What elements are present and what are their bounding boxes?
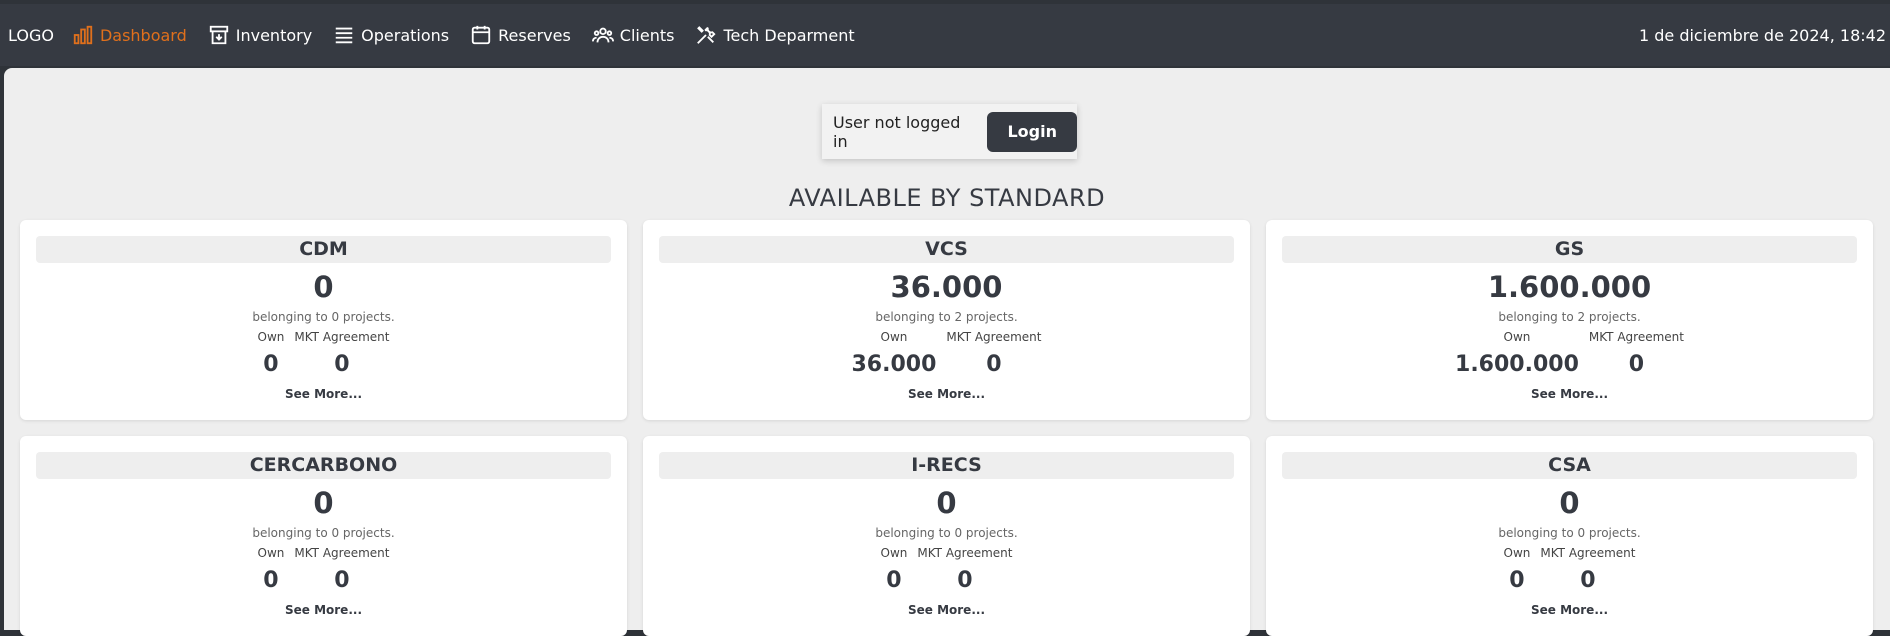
card-projects: belonging to 0 projects. — [1498, 526, 1641, 540]
card-total: 0 — [313, 270, 334, 304]
archive-icon — [209, 25, 228, 45]
card-split: Own 1.600.000 MKT Agreement 0 — [1266, 330, 1873, 377]
see-more-link[interactable]: See More... — [643, 387, 1250, 401]
section-title: AVAILABLE BY STANDARD — [788, 184, 1106, 212]
see-more-link[interactable]: See More... — [20, 603, 627, 617]
see-more-link[interactable]: See More... — [20, 387, 627, 401]
own-label: Own — [1503, 546, 1531, 560]
card-title: CERCARBONO — [36, 452, 611, 479]
card-title: I-RECS — [659, 452, 1234, 479]
list-icon — [335, 27, 353, 44]
top-navbar: LOGO Dashboard Inventory Operations Rese… — [0, 4, 1890, 66]
mkt-column: MKT Agreement 0 — [917, 546, 1012, 593]
nav-tech-department-label: Tech Deparment — [723, 25, 855, 45]
card-projects: belonging to 0 projects. — [875, 526, 1018, 540]
card-total: 0 — [1559, 486, 1580, 520]
mkt-column: MKT Agreement 0 — [294, 546, 389, 593]
own-value: 0 — [886, 568, 902, 593]
card-total: 0 — [313, 486, 334, 520]
nav-reserves[interactable]: Reserves — [470, 24, 571, 46]
nav-operations[interactable]: Operations — [333, 24, 449, 46]
see-more-link[interactable]: See More... — [1266, 387, 1873, 401]
calendar-icon — [471, 25, 491, 45]
card-title: CSA — [1282, 452, 1857, 479]
own-value: 0 — [1509, 568, 1525, 593]
card-split: Own 0 MKT Agreement 0 — [20, 330, 627, 377]
see-more-link[interactable]: See More... — [643, 603, 1250, 617]
own-label: Own — [880, 546, 908, 560]
standard-card-cercarbono: CERCARBONO 0 belonging to 0 projects. Ow… — [20, 436, 627, 636]
mkt-column: MKT Agreement 0 — [946, 330, 1041, 377]
nav-dashboard[interactable]: Dashboard — [72, 24, 187, 46]
dashboard-main: User not logged in Login AVAILABLE BY ST… — [4, 68, 1890, 636]
nav-operations-label: Operations — [361, 25, 450, 45]
mkt-column: MKT Agreement 0 — [1540, 546, 1635, 593]
own-value: 36.000 — [851, 352, 937, 377]
own-label: Own — [880, 330, 908, 344]
nav-reserves-label: Reserves — [498, 25, 571, 45]
mkt-label: MKT Agreement — [1540, 546, 1636, 560]
mkt-column: MKT Agreement 0 — [1589, 330, 1684, 377]
own-column: Own 0 — [1504, 546, 1531, 593]
card-total: 36.000 — [890, 270, 1003, 304]
own-column: Own 0 — [258, 546, 285, 593]
standard-card-gs: GS 1.600.000 belonging to 2 projects. Ow… — [1266, 220, 1873, 420]
mkt-column: MKT Agreement 0 — [294, 330, 389, 377]
nav-clients-label: Clients — [619, 25, 675, 45]
card-split: Own 0 MKT Agreement 0 — [1266, 546, 1873, 593]
mkt-value: 0 — [957, 568, 973, 593]
logo[interactable]: LOGO — [8, 26, 54, 45]
mkt-value: 0 — [1580, 568, 1596, 593]
nav-inventory-label: Inventory — [235, 25, 313, 45]
nav-inventory[interactable]: Inventory — [208, 24, 312, 46]
own-column: Own 0 — [881, 546, 908, 593]
mkt-label: MKT Agreement — [1588, 330, 1684, 344]
own-value: 0 — [263, 568, 279, 593]
tools-icon — [697, 26, 716, 44]
own-column: Own 0 — [258, 330, 285, 377]
own-label: Own — [257, 546, 285, 560]
users-icon — [591, 27, 614, 43]
card-title: VCS — [659, 236, 1234, 263]
own-label: Own — [1503, 330, 1531, 344]
card-projects: belonging to 0 projects. — [252, 526, 395, 540]
login-status: User not logged in — [833, 112, 961, 151]
datetime: 1 de diciembre de 2024, 18:42 — [1638, 25, 1886, 45]
see-more-link[interactable]: See More... — [1266, 603, 1873, 617]
card-split: Own 0 MKT Agreement 0 — [20, 546, 627, 593]
standard-card-vcs: VCS 36.000 belonging to 2 projects. Own … — [643, 220, 1250, 420]
card-total: 0 — [936, 486, 957, 520]
login-panel: User not logged in Login — [822, 104, 1077, 159]
own-value: 0 — [263, 352, 279, 377]
own-value: 1.600.000 — [1455, 352, 1579, 377]
mkt-value: 0 — [334, 352, 350, 377]
nav-tech-department[interactable]: Tech Deparment — [695, 24, 855, 46]
mkt-label: MKT Agreement — [917, 546, 1013, 560]
card-projects: belonging to 0 projects. — [252, 310, 395, 324]
bar-chart-icon — [73, 25, 93, 45]
login-button[interactable]: Login — [987, 111, 1077, 152]
card-split: Own 0 MKT Agreement 0 — [643, 546, 1250, 593]
mkt-label: MKT Agreement — [294, 330, 390, 344]
card-title: CDM — [36, 236, 611, 263]
card-projects: belonging to 2 projects. — [875, 310, 1018, 324]
standard-card-csa: CSA 0 belonging to 0 projects. Own 0 MKT… — [1266, 436, 1873, 636]
own-label: Own — [257, 330, 285, 344]
card-total: 1.600.000 — [1487, 270, 1652, 304]
card-split: Own 36.000 MKT Agreement 0 — [643, 330, 1250, 377]
mkt-label: MKT Agreement — [294, 546, 390, 560]
own-column: Own 1.600.000 — [1455, 330, 1579, 377]
mkt-label: MKT Agreement — [946, 330, 1042, 344]
mkt-value: 0 — [334, 568, 350, 593]
standard-card-i-recs: I-RECS 0 belonging to 0 projects. Own 0 … — [643, 436, 1250, 636]
mkt-value: 0 — [1628, 352, 1645, 377]
nav-clients[interactable]: Clients — [591, 24, 675, 46]
own-column: Own 36.000 — [852, 330, 937, 377]
mkt-value: 0 — [986, 352, 1002, 377]
card-title: GS — [1282, 236, 1857, 263]
card-projects: belonging to 2 projects. — [1498, 310, 1641, 324]
nav-dashboard-label: Dashboard — [99, 25, 187, 45]
standard-card-cdm: CDM 0 belonging to 0 projects. Own 0 MKT… — [20, 220, 627, 420]
